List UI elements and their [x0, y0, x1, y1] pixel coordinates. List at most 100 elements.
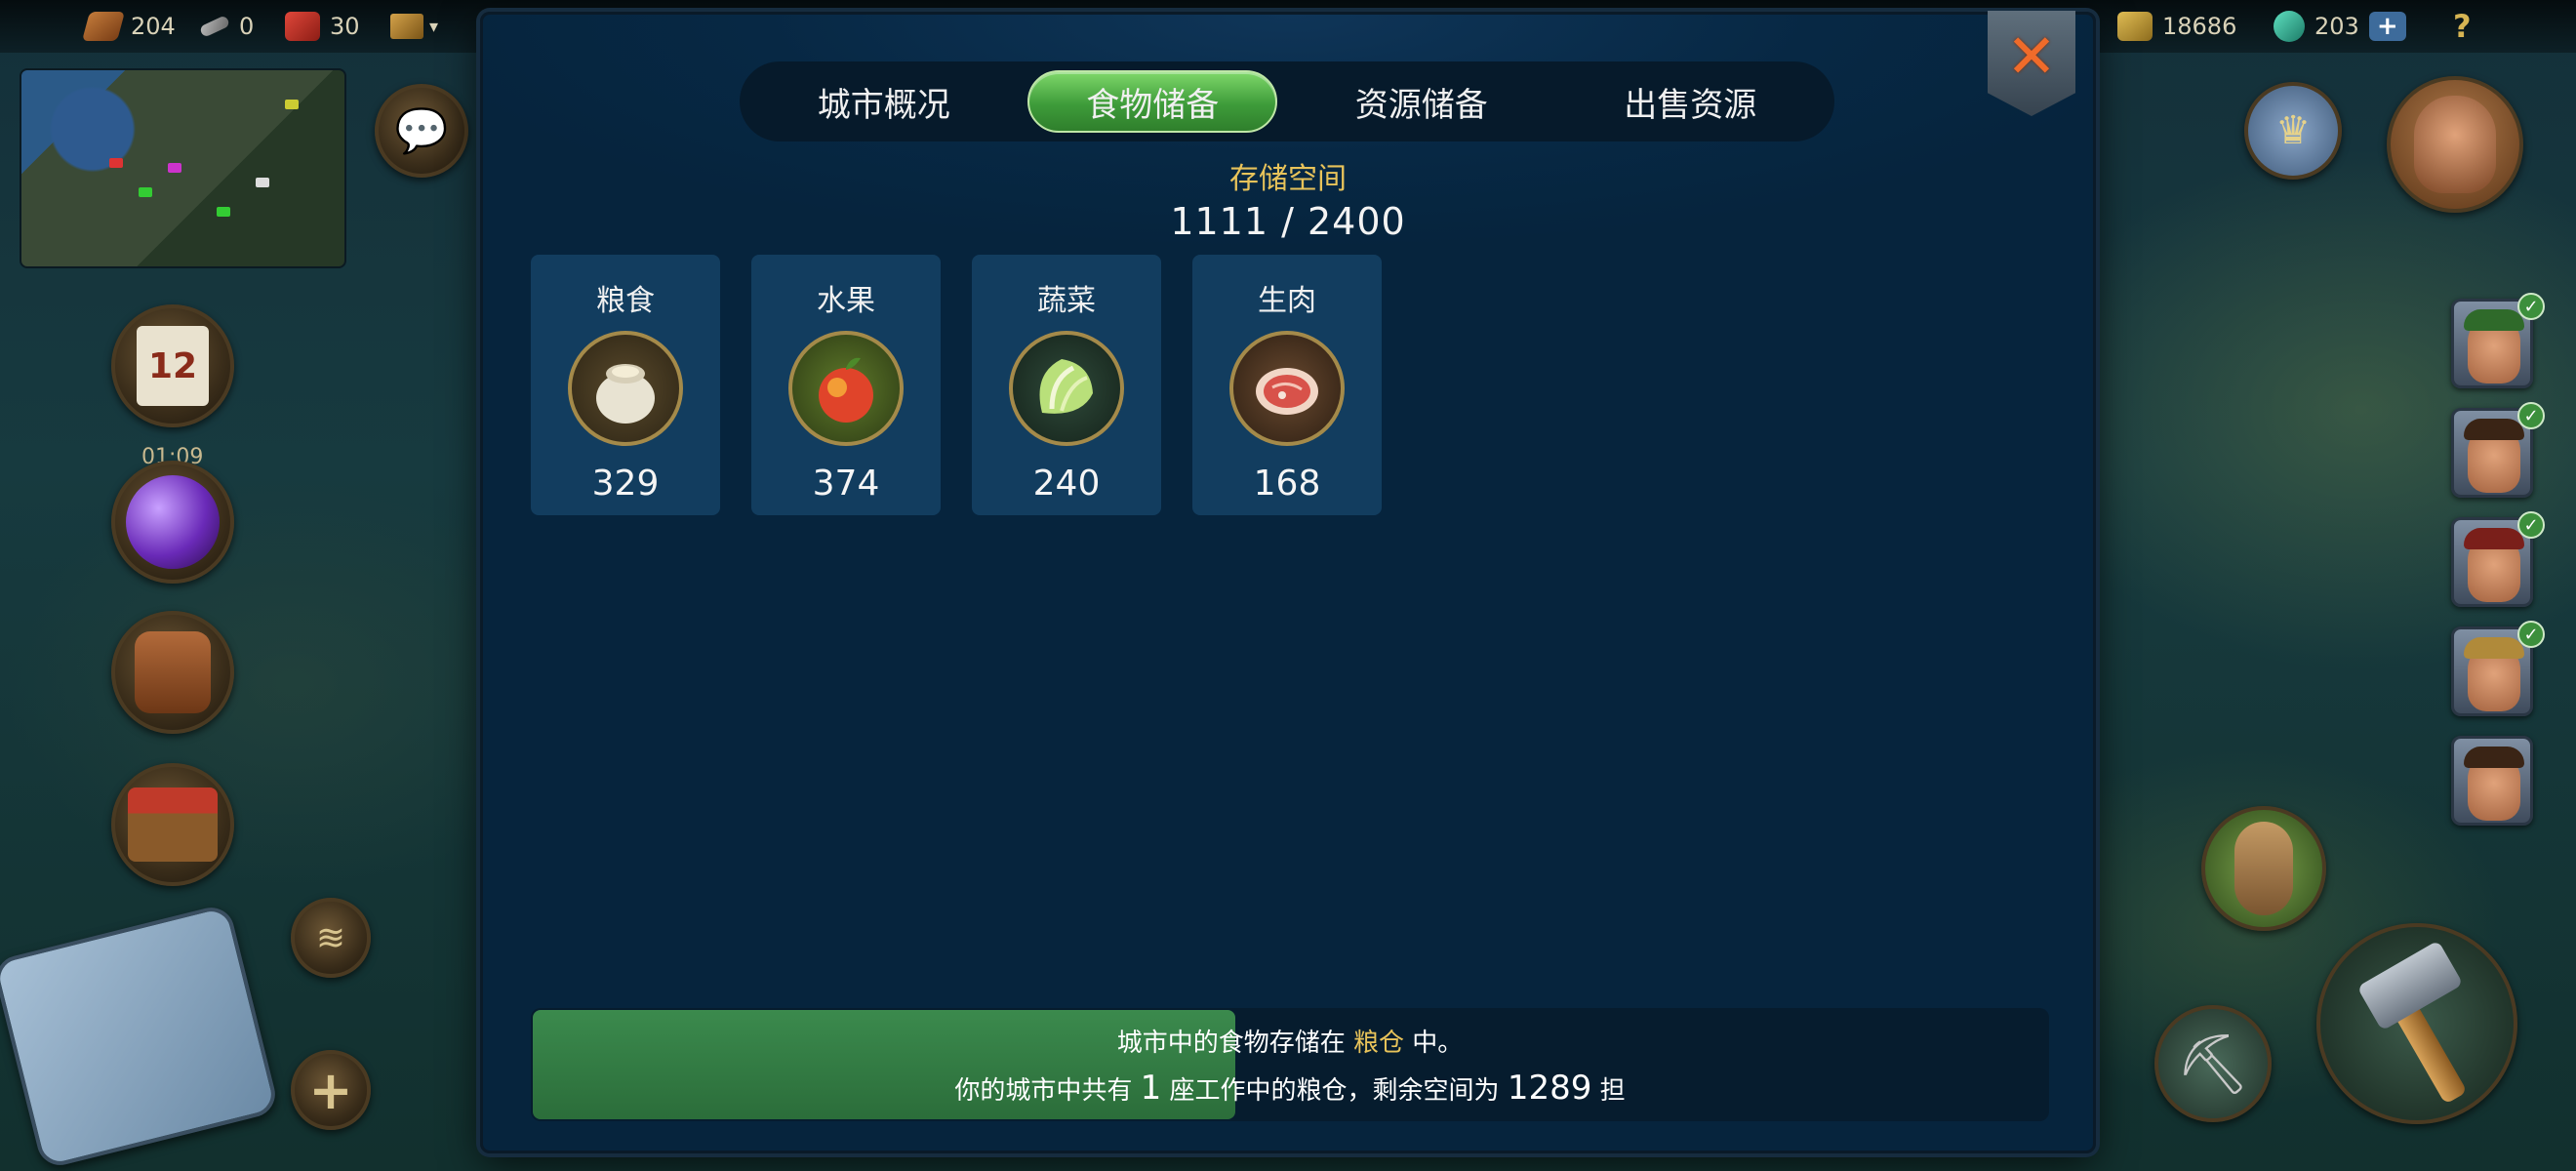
food-list: 粮食 329 水果 374 蔬菜 240 生肉 168 [531, 255, 1382, 515]
info-line-1: 城市中的食物存储在 粮仓 中。 [1117, 1023, 1464, 1059]
storage-info-text: 城市中的食物存储在 粮仓 中。 你的城市中共有 1 座工作中的粮仓，剩余空间为 … [531, 1008, 2049, 1121]
calendar-icon: 12 [137, 326, 209, 406]
help-button[interactable]: ? [2453, 8, 2472, 45]
wood-icon [81, 12, 126, 41]
gold-resource[interactable]: 18686 [2117, 8, 2236, 45]
food-label: 水果 [817, 284, 875, 318]
gold-count: 18686 [2162, 13, 2237, 40]
food-label: 蔬菜 [1037, 284, 1096, 318]
wood-resource[interactable]: 204 [81, 8, 176, 45]
chat-button[interactable]: 💬 [375, 84, 468, 178]
layers-icon: ≋ [315, 917, 346, 958]
brick-icon [285, 12, 320, 41]
food-amount: 374 [812, 464, 880, 504]
info-line-1-prefix: 城市中的食物存储在 [1116, 1028, 1346, 1058]
hero-portrait-5[interactable] [2451, 736, 2533, 826]
road-build-button[interactable] [2201, 806, 2326, 931]
gem-icon [2274, 11, 2305, 42]
raw-meat-icon [1229, 331, 1345, 446]
food-amount: 329 [591, 464, 660, 504]
apple-icon [788, 331, 904, 446]
close-button[interactable]: ✕ [1988, 11, 2075, 116]
shovel-icon: ⛏ [2175, 1030, 2251, 1099]
player-face-icon [2414, 96, 2496, 193]
kingdom-crest-button[interactable]: ♛ [2244, 82, 2342, 180]
shovel-button[interactable]: ⛏ [2154, 1005, 2272, 1122]
ready-check-icon: ✓ [2517, 511, 2545, 539]
food-label: 粮食 [596, 284, 655, 318]
stone-icon [198, 15, 231, 38]
calendar-day: 12 [147, 345, 198, 386]
hero-hair [2464, 637, 2524, 659]
road-icon [2234, 822, 2293, 915]
granary-count: 1 [1140, 1068, 1162, 1108]
market-cart-button[interactable] [111, 763, 234, 886]
stone-count: 0 [239, 13, 255, 40]
raw-meat-graphic [1256, 368, 1318, 415]
remaining-space: 1289 [1507, 1068, 1592, 1108]
map-marker [139, 187, 152, 197]
wood-count: 204 [131, 13, 176, 40]
hammer-icon [2344, 940, 2490, 1105]
tab-city-overview[interactable]: 城市概况 [759, 70, 1009, 133]
ready-check-icon: ✓ [2517, 621, 2545, 648]
gem-resource[interactable]: 203 + [2274, 8, 2406, 45]
add-button[interactable]: + [291, 1050, 371, 1130]
info-line-2-middle: 座工作中的粮仓，剩余空间为 [1169, 1075, 1500, 1106]
chevron-down-icon: ▾ [429, 16, 439, 37]
map-marker [168, 163, 181, 173]
food-card-vegetable[interactable]: 蔬菜 240 [972, 255, 1161, 515]
hero-hair [2464, 528, 2524, 549]
magic-orb-button[interactable] [111, 461, 234, 584]
info-line-1-suffix: 中。 [1412, 1028, 1464, 1058]
brick-resource[interactable]: 30 [285, 8, 360, 45]
tab-resource-storage[interactable]: 资源储备 [1297, 70, 1547, 133]
info-line-2-unit: 担 [1599, 1075, 1626, 1106]
stone-resource[interactable]: 0 [198, 8, 255, 45]
info-line-2: 你的城市中共有 1 座工作中的粮仓，剩余空间为 1289 担 [954, 1069, 1625, 1108]
cabbage-icon [1009, 331, 1124, 446]
tab-food-storage[interactable]: 食物储备 [1027, 70, 1278, 133]
food-amount: 168 [1253, 464, 1321, 504]
calendar-button[interactable]: 12 [111, 304, 234, 427]
gold-icon [2117, 12, 2153, 41]
info-line-2-prefix: 你的城市中共有 [954, 1075, 1133, 1106]
storage-dialog: 城市概况 食物储备 资源储备 出售资源 ✕ 存储空间 1111 / 2400 粮… [480, 11, 2096, 1153]
hero-headband [2464, 309, 2524, 331]
backpack-icon [135, 631, 211, 713]
map-marker [109, 158, 123, 168]
player-avatar[interactable] [2387, 76, 2523, 213]
orb-icon [126, 475, 220, 569]
cabbage-graphic [1039, 359, 1093, 414]
hammer-build-button[interactable] [2316, 923, 2517, 1124]
hero-hair [2464, 747, 2524, 768]
buy-gems-button[interactable]: + [2368, 12, 2406, 41]
storage-value: 1111 / 2400 [1170, 200, 1406, 243]
food-card-meat[interactable]: 生肉 168 [1192, 255, 1382, 515]
tab-sell-resources[interactable]: 出售资源 [1565, 70, 1815, 133]
hero-hair [2464, 419, 2524, 440]
backpack-button[interactable] [111, 611, 234, 734]
build-dropdown[interactable]: ▾ [390, 8, 438, 45]
food-amount: 240 [1032, 464, 1101, 504]
close-icon: ✕ [2006, 20, 2057, 92]
layers-button[interactable]: ≋ [291, 898, 371, 978]
building-icon [390, 14, 423, 39]
grain-sack-icon [568, 331, 683, 446]
gem-count: 203 [2314, 13, 2359, 40]
minimap[interactable] [20, 68, 346, 268]
grain-sack-graphic [596, 364, 655, 424]
map-marker [217, 207, 230, 217]
map-marker [256, 178, 269, 187]
map-marker [285, 100, 299, 109]
food-card-fruit[interactable]: 水果 374 [751, 255, 941, 515]
storage-title: 存储空间 [1229, 162, 1347, 196]
tab-bar: 城市概况 食物储备 资源储备 出售资源 [740, 61, 1834, 141]
chat-bubble-icon: 💬 [394, 106, 449, 156]
blueprint-map-icon[interactable] [0, 903, 280, 1170]
storage-info-bar: 城市中的食物存储在 粮仓 中。 你的城市中共有 1 座工作中的粮仓，剩余空间为 … [531, 1008, 2049, 1121]
granary-link[interactable]: 粮仓 [1353, 1029, 1404, 1058]
market-cart-icon [128, 787, 218, 862]
ready-check-icon: ✓ [2517, 402, 2545, 429]
food-card-grain[interactable]: 粮食 329 [531, 255, 720, 515]
